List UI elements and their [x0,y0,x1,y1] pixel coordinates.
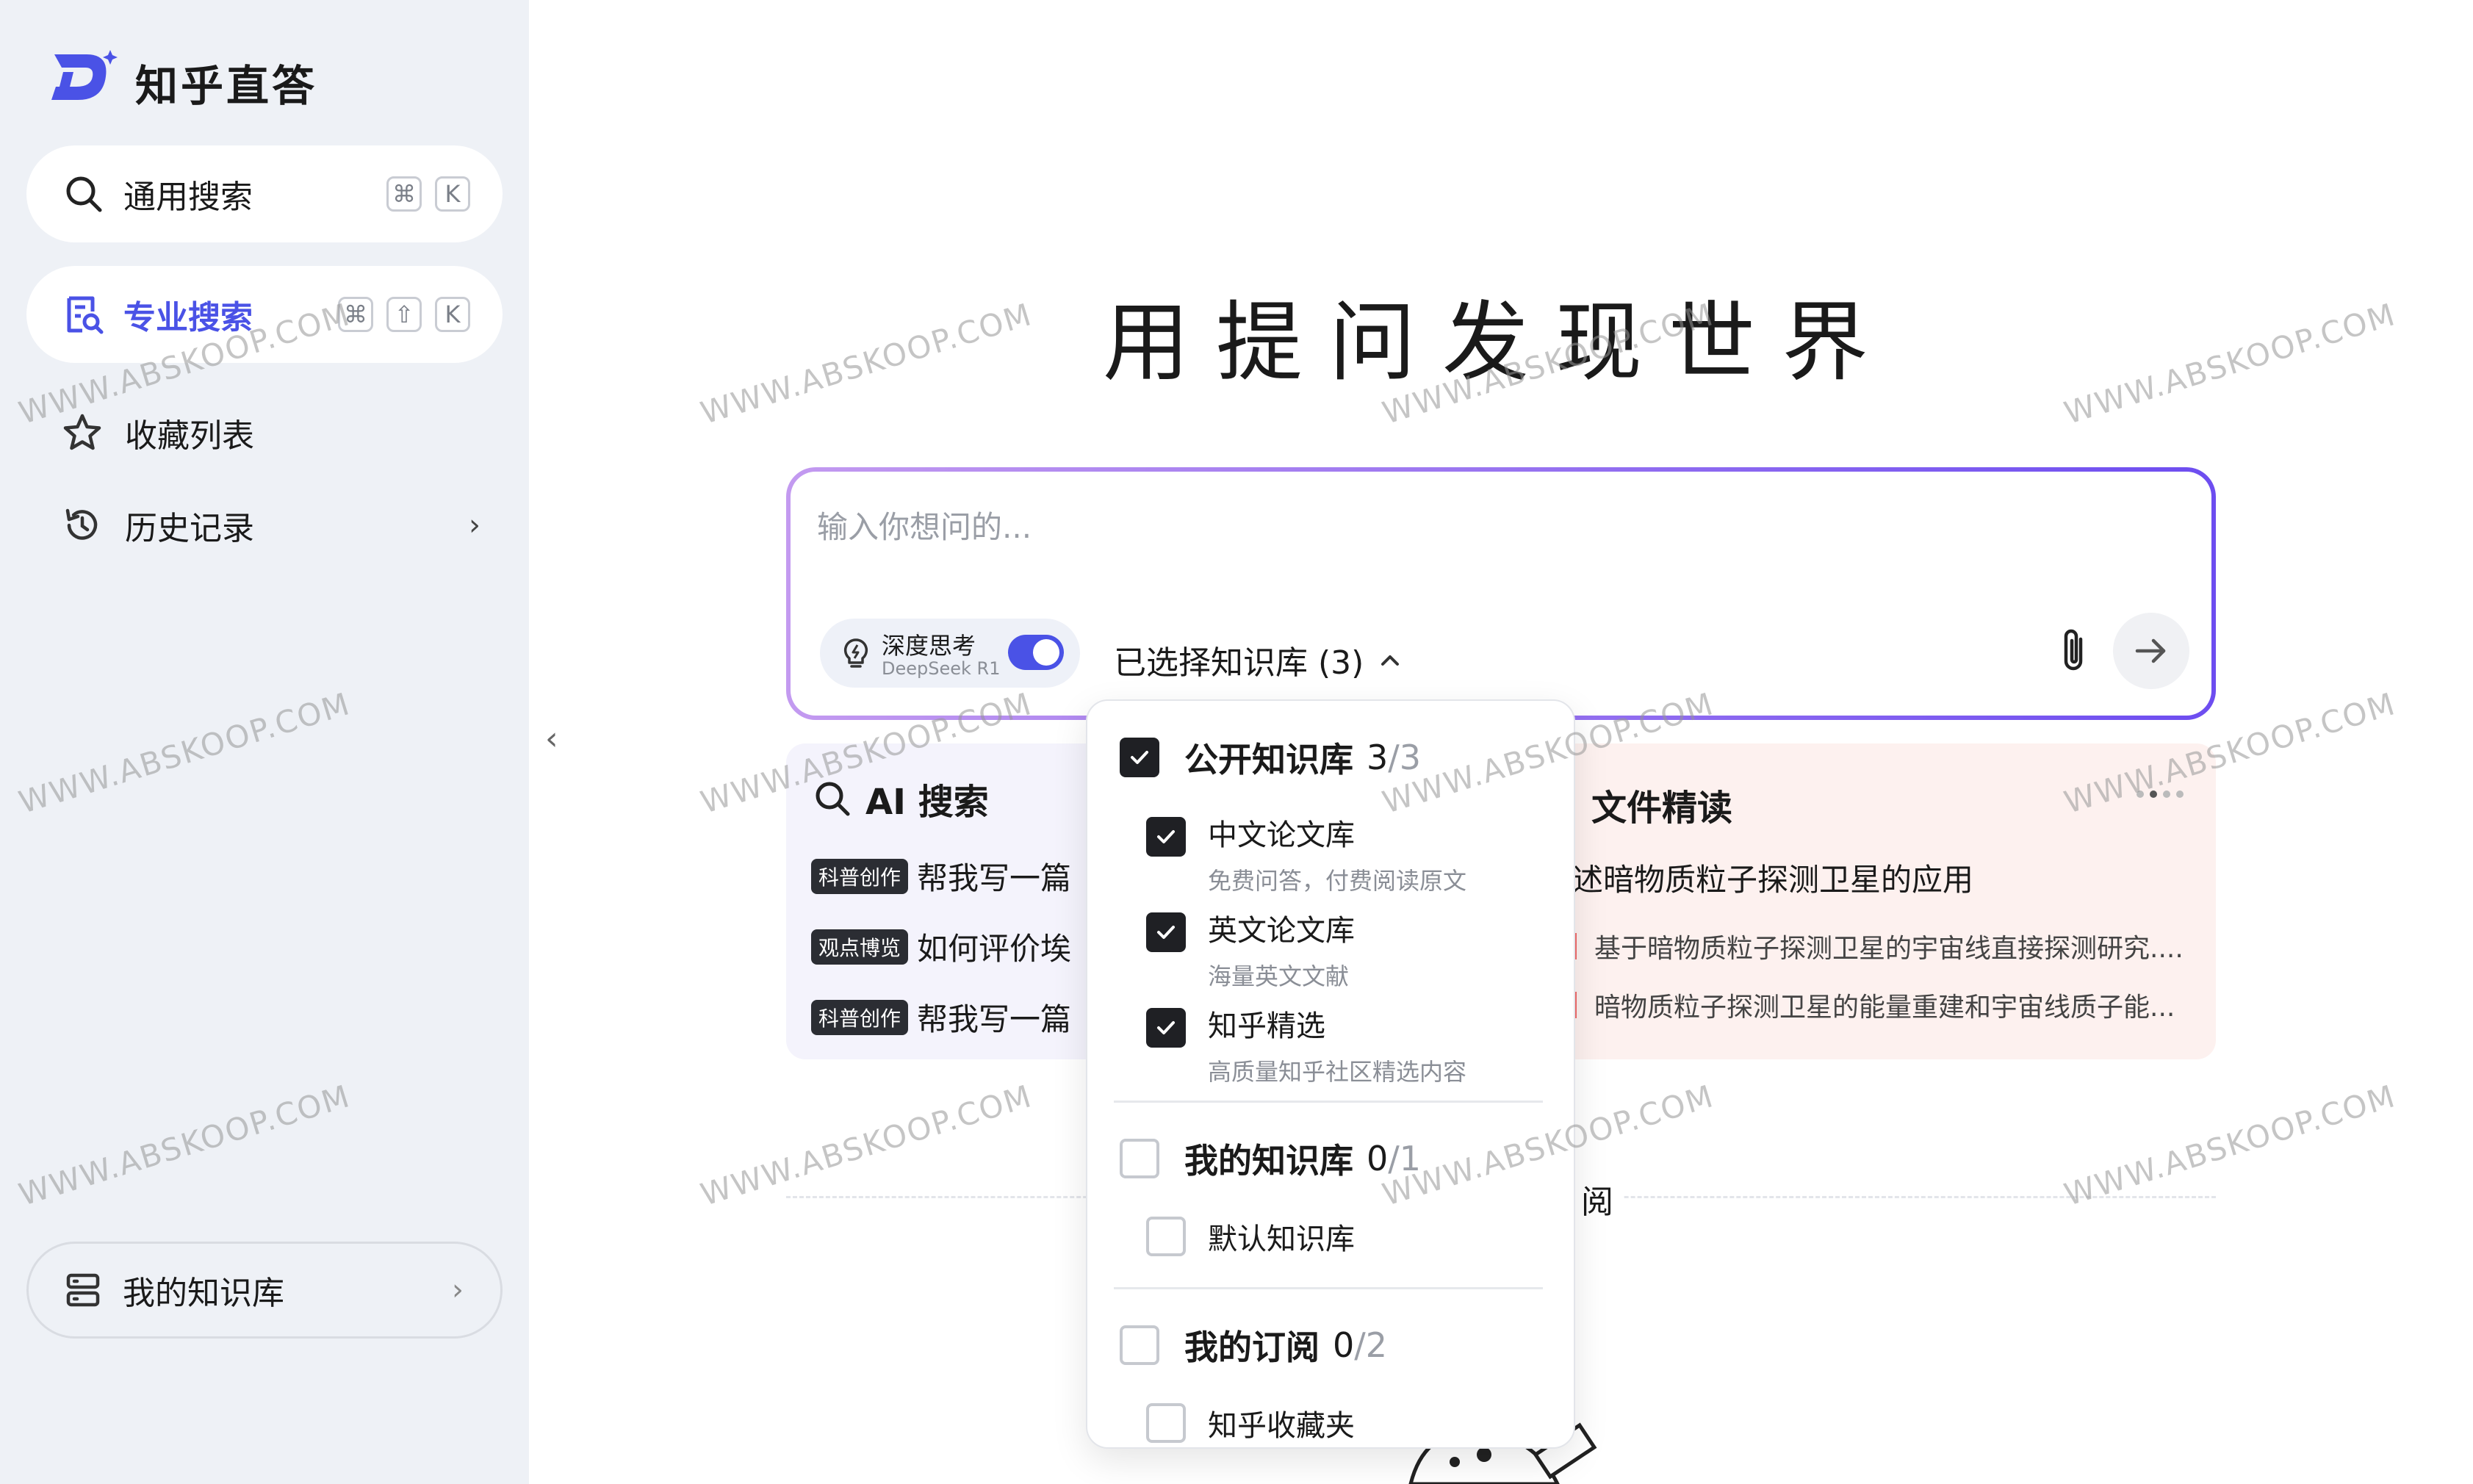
checkbox-unchecked[interactable] [1146,1217,1186,1256]
kb-item-name: 默认知识库 [1208,1222,1355,1256]
search-box: 输入你想问的... 深度思考 DeepSeek R1 已选择知识库 (3) [786,467,2216,720]
checkbox-unchecked[interactable] [1120,1325,1159,1365]
kb-item[interactable]: 英文论文库 海量英文文献 [1146,907,1355,992]
checkbox-checked[interactable] [1146,912,1186,952]
group-title: 我的知识库 [1184,1141,1353,1181]
deep-think-toggle[interactable]: 深度思考 DeepSeek R1 [820,619,1080,688]
star-icon [63,414,101,450]
section-tab-partial[interactable]: 阅 [1572,1175,1622,1222]
checkbox-checked[interactable] [1146,1008,1186,1048]
check-icon [1157,1021,1175,1034]
collapse-sidebar-icon[interactable]: ‹ [545,720,558,757]
kb-group-mine[interactable]: 我的知识库 0/1 [1120,1134,1421,1183]
question-text: 帮我写一篇 [917,860,1072,896]
shortcut-hint: ⌘ K [373,176,470,212]
tag-badge: 观点博览 [811,929,909,965]
group-total-count: /3 [1388,738,1422,777]
kb-item-name: 英文论文库 [1208,914,1355,948]
divider [1114,1287,1543,1289]
group-title: 公开知识库 [1184,740,1353,779]
paperclip-icon[interactable] [2053,626,2094,677]
checkbox-checked[interactable] [1120,738,1159,777]
reference-title: 暗物质粒子探测卫星的能量重建和宇宙线质子能... [1594,993,2175,1023]
chevron-right-icon: › [452,1273,464,1307]
kb-selector[interactable]: 已选择知识库 (3) [1114,636,1403,683]
check-icon [1157,830,1175,843]
question-input[interactable]: 输入你想问的... [817,503,1032,547]
check-icon [1157,926,1175,939]
list-item[interactable]: 科普创作 帮我写一篇 [811,995,1071,1040]
watermark: WWW.ABSKOOP.COM [2060,1077,2400,1213]
card-title: AI 搜索 [865,782,989,823]
database-icon [66,1273,100,1307]
kbd-key: ⌘ [386,176,422,212]
group-selected-count: 0 [1333,1325,1355,1365]
sidebar-item-label: 收藏列表 [125,417,254,455]
question-text: 如何评价埃 [917,931,1072,967]
kb-item[interactable]: 知乎精选 高质量知乎社区精选内容 [1146,1002,1466,1087]
kb-item[interactable]: 知乎收藏夹 [1146,1402,1355,1444]
sidebar-item-label: 我的知识库 [123,1275,284,1312]
history-icon [65,508,98,540]
logo-icon [51,50,118,100]
list-item[interactable]: 科普创作 帮我写一篇 [811,854,1071,898]
reference-title: 基于暗物质粒子探测卫星的宇宙线直接探测研究.... [1594,934,2184,964]
reference-item[interactable]: 基于暗物质粒子探测卫星的宇宙线直接探测研究.... [1572,927,2184,965]
checkbox-unchecked[interactable] [1120,1139,1159,1178]
kb-item-name: 中文论文库 [1208,818,1355,852]
kb-item-desc: 高质量知乎社区精选内容 [1208,1058,1467,1086]
kb-item-name: 知乎精选 [1208,1009,1325,1043]
group-total-count: /2 [1354,1325,1388,1365]
check-icon [1131,751,1148,764]
tag-badge: 科普创作 [811,999,909,1035]
kb-item-desc: 海量英文文献 [1208,962,1350,990]
file-headline: 述暗物质粒子探测卫星的应用 [1572,862,1974,898]
question-text: 帮我写一篇 [917,1001,1072,1037]
chevron-up-icon [1381,655,1400,666]
kb-dropdown: 公开知识库 3/3 中文论文库 免费问答，付费阅读原文 英文论文库 海量英文文献… [1086,699,1575,1449]
checkbox-unchecked[interactable] [1146,1403,1186,1443]
sidebar-item-general-search[interactable]: 通用搜索 ⌘ K [26,145,503,242]
kbd-key: K [435,176,470,212]
sidebar-item-label: 通用搜索 [123,179,253,216]
sidebar-item-label: 历史记录 [125,510,254,547]
kb-item[interactable]: 中文论文库 免费问答，付费阅读原文 [1146,811,1466,896]
document-search-icon [67,296,104,334]
kbd-key: K [435,297,470,332]
chevron-right-icon: › [469,508,480,542]
kb-selected-label: 已选择知识库 (3) [1114,644,1364,682]
kb-group-subscriptions[interactable]: 我的订阅 0/2 [1120,1321,1387,1369]
kb-item-desc: 免费问答，付费阅读原文 [1208,867,1467,895]
app-title: 知乎直答 [135,61,318,111]
divider [1114,1101,1543,1103]
card-title: 文件精读 [1591,788,1733,829]
group-selected-count: 3 [1367,738,1389,777]
search-icon [66,176,102,212]
kbd-key: ⇧ [386,297,422,332]
sidebar-item-history[interactable]: 历史记录 › [62,492,480,558]
list-item[interactable]: 观点博览 如何评价埃 [811,924,1071,969]
send-button[interactable] [2113,613,2189,689]
group-selected-count: 0 [1367,1139,1389,1178]
tag-badge: 科普创作 [811,858,909,894]
kb-item-name: 知乎收藏夹 [1208,1409,1355,1443]
checkbox-checked[interactable] [1146,817,1186,857]
lightbulb-icon [843,638,868,668]
deep-think-label: 深度思考 [882,632,976,660]
sidebar-item-my-kb[interactable]: 我的知识库 › [26,1242,503,1339]
kb-item[interactable]: 默认知识库 [1146,1215,1355,1258]
kb-group-public[interactable]: 公开知识库 3/3 [1120,733,1421,782]
reference-item[interactable]: 暗物质粒子探测卫星的能量重建和宇宙线质子能... [1572,986,2175,1024]
group-title: 我的订阅 [1184,1328,1320,1367]
arrow-right-icon [2135,638,2166,663]
toggle-switch[interactable] [1008,635,1064,670]
deep-think-model: DeepSeek R1 [882,658,1001,679]
watermark: WWW.ABSKOOP.COM [696,1077,1037,1213]
